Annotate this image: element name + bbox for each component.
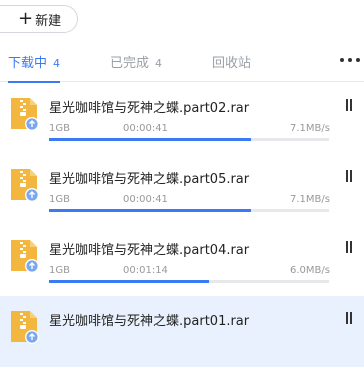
tab-recycle-bin-label: 回收站 [212, 56, 252, 71]
tab-bar: 下载中 4 已完成 4 回收站 [0, 42, 364, 83]
file-size: 1GB [49, 265, 70, 276]
new-task-label: 新建 [35, 13, 62, 29]
zip-file-cloud-icon [11, 169, 39, 202]
progress-bar [49, 209, 329, 212]
new-task-button[interactable]: + 新建 [0, 5, 78, 33]
download-item[interactable]: 星光咖啡馆与死神之蝶.part05.rar 1GB 00:00:41 7.1MB… [0, 154, 364, 225]
file-name: 星光咖啡馆与死神之蝶.part04.rar [49, 243, 250, 258]
pause-icon[interactable] [344, 99, 354, 111]
download-item[interactable]: 星光咖啡馆与死神之蝶.part04.rar 1GB 00:01:14 6.0MB… [0, 225, 364, 296]
zip-file-cloud-icon [11, 98, 39, 131]
remaining-time: 00:01:14 [123, 265, 168, 276]
download-item[interactable]: 星光咖啡馆与死神之蝶.part02.rar 1GB 00:00:41 7.1MB… [0, 83, 364, 154]
tab-downloading[interactable]: 下载中 4 [8, 52, 61, 83]
plus-icon: + [18, 8, 34, 29]
file-size: 1GB [49, 194, 70, 205]
more-icon[interactable] [340, 52, 360, 68]
progress-bar [49, 138, 329, 141]
pause-icon[interactable] [344, 170, 354, 182]
download-speed: 7.1MB/s [290, 123, 330, 134]
tab-downloading-count: 4 [53, 57, 61, 70]
tab-downloading-label: 下载中 [8, 56, 48, 71]
file-size: 1GB [49, 123, 70, 134]
file-name: 星光咖啡馆与死神之蝶.part01.rar [49, 314, 250, 329]
file-name: 星光咖啡馆与死神之蝶.part02.rar [49, 101, 250, 116]
pause-icon[interactable] [344, 241, 354, 253]
tab-completed-count: 4 [155, 57, 163, 70]
remaining-time: 00:00:41 [123, 194, 168, 205]
tab-completed[interactable]: 已完成 4 [110, 52, 162, 71]
zip-file-cloud-icon [11, 311, 39, 344]
tab-completed-label: 已完成 [110, 56, 150, 71]
progress-bar [49, 280, 329, 283]
download-list: 星光咖啡馆与死神之蝶.part02.rar 1GB 00:00:41 7.1MB… [0, 83, 364, 367]
progress-fill [49, 138, 251, 141]
download-item[interactable]: 星光咖啡馆与死神之蝶.part01.rar [0, 296, 364, 367]
remaining-time: 00:00:41 [123, 123, 168, 134]
file-name: 星光咖啡馆与死神之蝶.part05.rar [49, 172, 250, 187]
tab-recycle-bin[interactable]: 回收站 [212, 52, 251, 71]
pause-icon[interactable] [344, 312, 354, 324]
zip-file-cloud-icon [11, 240, 39, 273]
progress-fill [49, 209, 251, 212]
download-speed: 7.1MB/s [290, 194, 330, 205]
download-speed: 6.0MB/s [290, 265, 330, 276]
progress-fill [49, 280, 209, 283]
